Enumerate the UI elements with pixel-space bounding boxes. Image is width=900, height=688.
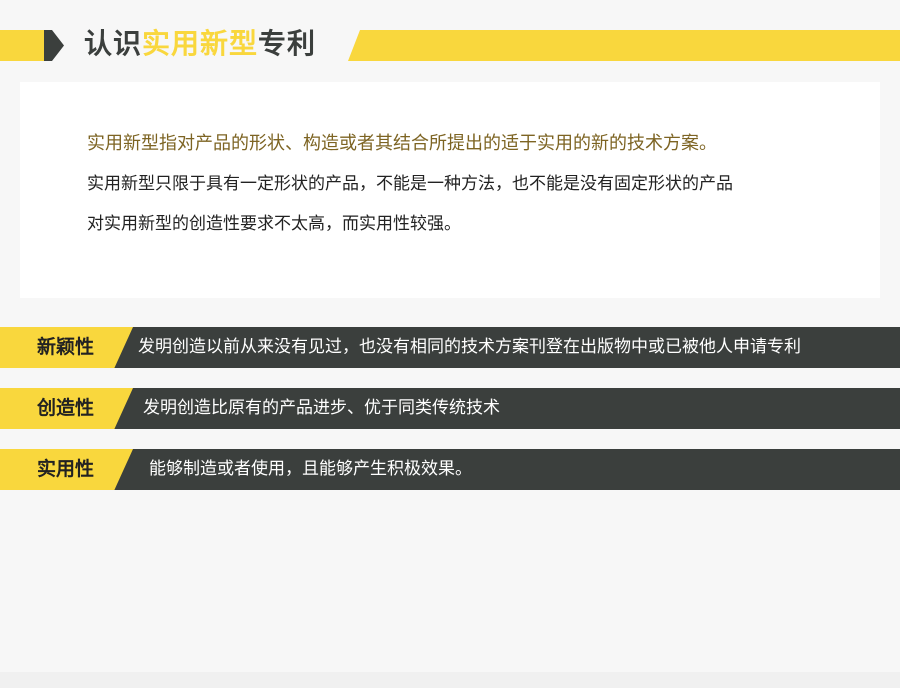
title-part-2: 实用新型 — [142, 27, 259, 60]
feature-label: 实用性 — [37, 458, 95, 480]
page-title: 认识实用新型专利 — [84, 24, 316, 64]
feature-description: 能够制造或者使用，且能够产生积极效果。 — [149, 459, 472, 479]
intro-definition: 实用新型指对产品的形状、构造或者其结合所提出的适于实用的新的技术方案。 — [87, 133, 717, 154]
feature-row-creativity: 创造性 发明创造比原有的产品进步、优于同类传统技术 — [0, 388, 900, 429]
header-banner: 认识实用新型专利 — [0, 0, 900, 90]
bottom-strip — [0, 672, 900, 688]
feature-label: 新颖性 — [37, 336, 95, 358]
header-right-bar — [348, 30, 900, 61]
header-arrow-marker — [44, 30, 64, 61]
intro-requirement: 对实用新型的创造性要求不太高，而实用性较强。 — [87, 214, 461, 234]
intro-scope: 实用新型只限于具有一定形状的产品，不能是一种方法，也不能是没有固定形状的产品 — [87, 174, 733, 194]
title-part-1: 认识 — [84, 27, 143, 60]
feature-description: 发明创造以前从来没有见过，也没有相同的技术方案刊登在出版物中或已被他人申请专利 — [138, 337, 801, 357]
title-part-3: 专利 — [258, 27, 317, 60]
intro-card: 实用新型指对产品的形状、构造或者其结合所提出的适于实用的新的技术方案。 实用新型… — [20, 82, 880, 298]
header-left-bar — [0, 30, 46, 61]
feature-row-novelty: 新颖性 发明创造以前从来没有见过，也没有相同的技术方案刊登在出版物中或已被他人申… — [0, 327, 900, 368]
feature-row-practicality: 实用性 能够制造或者使用，且能够产生积极效果。 — [0, 449, 900, 490]
feature-description: 发明创造比原有的产品进步、优于同类传统技术 — [143, 398, 500, 418]
feature-label: 创造性 — [37, 397, 95, 419]
